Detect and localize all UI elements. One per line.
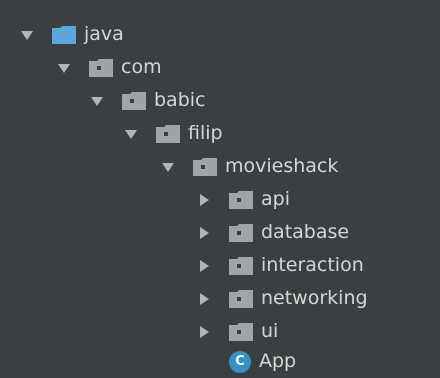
package-folder-icon xyxy=(229,190,253,209)
tree-item-filip[interactable]: filip xyxy=(124,117,223,150)
tree-item-label: filip xyxy=(188,122,223,144)
tree-item-database[interactable]: database xyxy=(197,216,349,249)
tree-item-label: babic xyxy=(154,89,206,111)
tree-item-networking[interactable]: networking xyxy=(197,282,368,315)
package-folder-icon xyxy=(89,58,113,77)
collapse-arrow-icon[interactable] xyxy=(197,292,211,306)
package-folder-icon xyxy=(229,256,253,275)
tree-item-babic[interactable]: babic xyxy=(90,84,206,117)
expand-arrow-icon[interactable] xyxy=(20,28,34,42)
tree-item-label: interaction xyxy=(261,254,364,276)
package-folder-icon xyxy=(193,157,217,176)
tree-item-label: ui xyxy=(261,320,279,342)
package-folder-icon xyxy=(229,223,253,242)
tree-item-label: movieshack xyxy=(225,155,339,177)
tree-item-label: networking xyxy=(261,287,368,309)
expand-arrow-icon[interactable] xyxy=(161,160,175,174)
tree-item-label: com xyxy=(121,56,162,78)
collapse-arrow-icon[interactable] xyxy=(197,259,211,273)
tree-item-app[interactable]: C App xyxy=(229,345,296,378)
collapse-arrow-icon[interactable] xyxy=(197,226,211,240)
expand-arrow-icon[interactable] xyxy=(90,94,104,108)
tree-item-label: App xyxy=(259,350,297,372)
tree-item-label: api xyxy=(261,188,290,210)
tree-item-label: database xyxy=(261,221,350,243)
expand-arrow-icon[interactable] xyxy=(124,127,138,141)
collapse-arrow-icon[interactable] xyxy=(197,325,211,339)
tree-item-interaction[interactable]: interaction xyxy=(197,249,364,282)
tree-item-movieshack[interactable]: movieshack xyxy=(161,150,338,183)
expand-arrow-icon[interactable] xyxy=(57,61,71,75)
tree-item-ui[interactable]: ui xyxy=(197,315,278,348)
collapse-arrow-icon[interactable] xyxy=(197,193,211,207)
project-tree: java com babic filip movieshack api data… xyxy=(0,0,440,378)
package-folder-icon xyxy=(229,289,253,308)
package-folder-icon xyxy=(229,322,253,341)
class-icon: C xyxy=(229,350,251,373)
package-folder-icon xyxy=(122,91,146,110)
tree-item-api[interactable]: api xyxy=(197,183,290,216)
package-folder-icon xyxy=(156,124,180,143)
tree-item-com[interactable]: com xyxy=(57,51,162,84)
source-folder-icon xyxy=(52,25,76,44)
tree-item-label: java xyxy=(84,23,124,45)
tree-item-java[interactable]: java xyxy=(20,18,124,51)
